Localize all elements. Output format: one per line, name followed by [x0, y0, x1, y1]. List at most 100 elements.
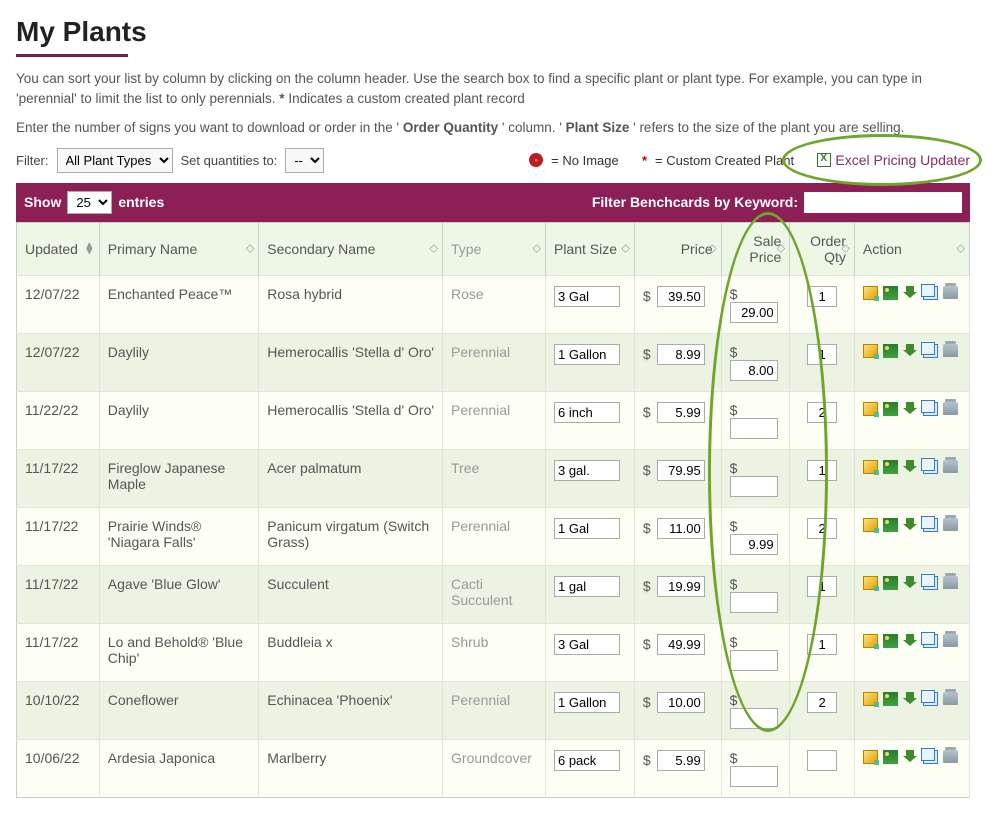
plant-size-input[interactable] [554, 634, 620, 655]
trash-icon[interactable] [943, 402, 958, 415]
trash-icon[interactable] [943, 286, 958, 299]
plant-size-input[interactable] [554, 344, 620, 365]
download-icon[interactable] [903, 460, 918, 474]
order-qty-input[interactable] [807, 576, 837, 597]
sale-price-input[interactable] [730, 418, 778, 439]
download-icon[interactable] [903, 576, 918, 590]
filter-keyword-input[interactable] [804, 192, 962, 213]
download-icon[interactable] [903, 750, 918, 764]
download-icon[interactable] [903, 286, 918, 300]
plant-size-input[interactable] [554, 460, 620, 481]
plant-size-input[interactable] [554, 286, 620, 307]
order-qty-input[interactable] [807, 286, 837, 307]
trash-icon[interactable] [943, 750, 958, 763]
page-length-select[interactable]: 25 [67, 191, 112, 214]
col-secondary-name[interactable]: Secondary Name◇ [259, 222, 443, 275]
col-plant-size[interactable]: Plant Size◇ [545, 222, 634, 275]
download-icon[interactable] [903, 518, 918, 532]
image-icon[interactable] [883, 518, 898, 532]
image-icon[interactable] [883, 460, 898, 474]
plant-size-input[interactable] [554, 692, 620, 713]
copy-icon[interactable] [923, 576, 938, 590]
edit-icon[interactable] [863, 750, 878, 764]
price-input[interactable] [657, 576, 705, 597]
col-action[interactable]: Action◇ [854, 222, 969, 275]
copy-icon[interactable] [923, 286, 938, 300]
col-type[interactable]: Type◇ [443, 222, 546, 275]
image-icon[interactable] [883, 576, 898, 590]
edit-icon[interactable] [863, 460, 878, 474]
sale-price-input[interactable] [730, 534, 778, 555]
order-qty-input[interactable] [807, 460, 837, 481]
sale-price-input[interactable] [730, 650, 778, 671]
price-input[interactable] [657, 286, 705, 307]
cell-secondary: Rosa hybrid [259, 275, 443, 333]
copy-icon[interactable] [923, 402, 938, 416]
trash-icon[interactable] [943, 692, 958, 705]
plant-size-input[interactable] [554, 518, 620, 539]
trash-icon[interactable] [943, 344, 958, 357]
filter-select[interactable]: All Plant Types [57, 148, 173, 173]
order-qty-input[interactable] [807, 692, 837, 713]
edit-icon[interactable] [863, 344, 878, 358]
plant-size-input[interactable] [554, 750, 620, 771]
cell-plant-size [545, 391, 634, 449]
edit-icon[interactable] [863, 692, 878, 706]
copy-icon[interactable] [923, 634, 938, 648]
price-input[interactable] [657, 634, 705, 655]
edit-icon[interactable] [863, 518, 878, 532]
table-row: 11/17/22Lo and Behold® 'Blue Chip'Buddle… [17, 623, 970, 681]
col-price[interactable]: Price◇ [634, 222, 721, 275]
set-qty-select[interactable]: -- [285, 148, 324, 173]
image-icon[interactable] [883, 402, 898, 416]
price-input[interactable] [657, 402, 705, 423]
download-icon[interactable] [903, 402, 918, 416]
edit-icon[interactable] [863, 634, 878, 648]
image-icon[interactable] [883, 692, 898, 706]
col-updated[interactable]: Updated▲▼ [17, 222, 100, 275]
download-icon[interactable] [903, 344, 918, 358]
order-qty-input[interactable] [807, 344, 837, 365]
price-input[interactable] [657, 518, 705, 539]
copy-icon[interactable] [923, 518, 938, 532]
col-primary-name[interactable]: Primary Name◇ [99, 222, 259, 275]
image-icon[interactable] [883, 286, 898, 300]
edit-icon[interactable] [863, 576, 878, 590]
price-input[interactable] [657, 750, 705, 771]
excel-pricing-link[interactable]: Excel Pricing Updater [817, 152, 970, 168]
col-sale-price[interactable]: Sale Price◇ [721, 222, 790, 275]
image-icon[interactable] [883, 750, 898, 764]
image-icon[interactable] [883, 344, 898, 358]
plant-size-input[interactable] [554, 576, 620, 597]
sale-price-input[interactable] [730, 476, 778, 497]
trash-icon[interactable] [943, 634, 958, 647]
sale-price-input[interactable] [730, 302, 778, 323]
sale-price-input[interactable] [730, 592, 778, 613]
image-icon[interactable] [883, 634, 898, 648]
price-input[interactable] [657, 692, 705, 713]
sale-price-input[interactable] [730, 766, 778, 787]
download-icon[interactable] [903, 634, 918, 648]
order-qty-input[interactable] [807, 402, 837, 423]
order-qty-input[interactable] [807, 518, 837, 539]
trash-icon[interactable] [943, 576, 958, 589]
order-qty-input[interactable] [807, 634, 837, 655]
trash-icon[interactable] [943, 460, 958, 473]
download-icon[interactable] [903, 692, 918, 706]
cell-type: Shrub [443, 623, 546, 681]
order-qty-input[interactable] [807, 750, 837, 771]
cell-type: Groundcover [443, 739, 546, 797]
copy-icon[interactable] [923, 344, 938, 358]
trash-icon[interactable] [943, 518, 958, 531]
price-input[interactable] [657, 344, 705, 365]
copy-icon[interactable] [923, 460, 938, 474]
col-order-qty[interactable]: Order Qty◇ [790, 222, 855, 275]
edit-icon[interactable] [863, 402, 878, 416]
sale-price-input[interactable] [730, 360, 778, 381]
copy-icon[interactable] [923, 692, 938, 706]
sale-price-input[interactable] [730, 708, 778, 729]
copy-icon[interactable] [923, 750, 938, 764]
plant-size-input[interactable] [554, 402, 620, 423]
edit-icon[interactable] [863, 286, 878, 300]
price-input[interactable] [657, 460, 705, 481]
